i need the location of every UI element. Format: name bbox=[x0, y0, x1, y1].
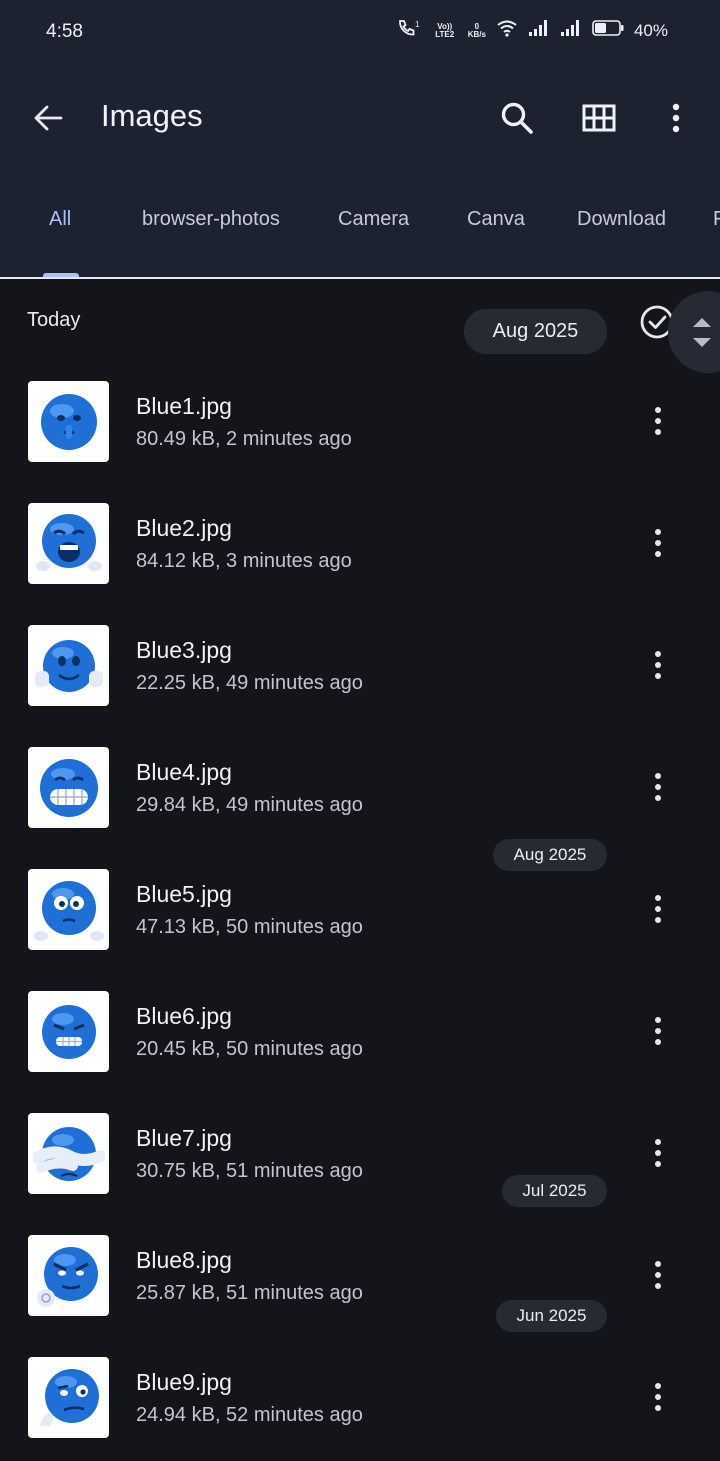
list-item[interactable]: Blue8.jpg 25.87 kB, 51 minutes ago bbox=[0, 1235, 720, 1357]
status-bar: 4:58 1 Vo)) LTE2 0 KB/s 40% bbox=[0, 0, 720, 64]
svg-text:1: 1 bbox=[415, 20, 420, 29]
list-item[interactable]: Blue4.jpg 29.84 kB, 49 minutes ago bbox=[0, 747, 720, 869]
image-thumbnail bbox=[28, 1357, 109, 1438]
list-item[interactable]: Blue6.jpg 20.45 kB, 50 minutes ago bbox=[0, 991, 720, 1113]
arrow-left-icon bbox=[34, 105, 63, 131]
more-vert-icon bbox=[655, 1017, 661, 1023]
app-bar: Images All browser-photos Camera Canva D… bbox=[0, 64, 720, 278]
list-item[interactable]: Blue2.jpg 84.12 kB, 3 minutes ago bbox=[0, 503, 720, 625]
image-thumbnail bbox=[28, 991, 109, 1072]
battery-icon bbox=[592, 19, 624, 42]
file-meta: 84.12 kB, 3 minutes ago bbox=[136, 550, 352, 572]
blue-emoji-crying-icon bbox=[35, 513, 102, 571]
file-name: Blue9.jpg bbox=[136, 1369, 232, 1395]
item-more-button[interactable] bbox=[638, 521, 678, 565]
blue-emoji-hands-over-face-icon bbox=[32, 1126, 105, 1181]
image-thumbnail bbox=[28, 869, 109, 950]
call-icon: 1 bbox=[396, 18, 422, 43]
blue-emoji-thumbs-up-icon bbox=[34, 639, 103, 692]
file-meta: 29.84 kB, 49 minutes ago bbox=[136, 794, 363, 816]
more-vert-icon bbox=[655, 1383, 661, 1389]
scroll-date-bubble: Aug 2025 bbox=[464, 309, 607, 354]
back-button[interactable] bbox=[26, 100, 70, 136]
more-vert-icon bbox=[655, 651, 661, 657]
item-more-button[interactable] bbox=[638, 399, 678, 443]
image-thumbnail bbox=[28, 1113, 109, 1194]
image-thumbnail bbox=[28, 381, 109, 462]
blue-emoji-grimace-icon bbox=[39, 758, 98, 817]
image-thumbnail bbox=[28, 747, 109, 828]
tab-next-partial[interactable]: F bbox=[713, 208, 720, 231]
battery-percent: 40% bbox=[633, 20, 668, 40]
file-meta: 25.87 kB, 51 minutes ago bbox=[136, 1282, 363, 1304]
item-more-button[interactable] bbox=[638, 765, 678, 809]
file-name: Blue6.jpg bbox=[136, 1003, 232, 1029]
tab-browser-photos[interactable]: browser-photos bbox=[142, 208, 280, 231]
item-more-button[interactable] bbox=[638, 1009, 678, 1053]
tab-camera[interactable]: Camera bbox=[338, 208, 409, 231]
item-more-button[interactable] bbox=[638, 1131, 678, 1175]
more-vert-icon bbox=[655, 407, 661, 413]
status-icons: 1 Vo)) LTE2 0 KB/s 40% bbox=[396, 18, 668, 43]
blue-emoji-angry-icon bbox=[36, 1246, 98, 1307]
blue-emoji-shush-icon bbox=[40, 393, 97, 450]
file-meta: 47.13 kB, 50 minutes ago bbox=[136, 916, 363, 938]
chevron-up-icon bbox=[693, 317, 711, 327]
page-title: Images bbox=[101, 98, 203, 133]
file-name: Blue1.jpg bbox=[136, 393, 232, 419]
tab-canva[interactable]: Canva bbox=[467, 208, 525, 231]
grid-view-button[interactable] bbox=[575, 94, 623, 142]
status-time: 4:58 bbox=[46, 21, 83, 42]
list-item[interactable]: Blue7.jpg 30.75 kB, 51 minutes ago bbox=[0, 1113, 720, 1235]
blue-emoji-surprised-icon bbox=[33, 880, 104, 941]
section-header-today: Today bbox=[27, 309, 81, 331]
folder-tabs: All browser-photos Camera Canva Download… bbox=[0, 208, 720, 246]
file-name: Blue2.jpg bbox=[136, 515, 232, 541]
overflow-menu-button[interactable] bbox=[652, 94, 700, 142]
file-meta: 80.49 kB, 2 minutes ago bbox=[136, 428, 352, 450]
file-list: Today Aug 2025 Aug 2025 Jul 2025 Jun 202… bbox=[0, 279, 720, 1461]
file-meta: 22.25 kB, 49 minutes ago bbox=[136, 672, 363, 694]
list-item[interactable]: Blue1.jpg 80.49 kB, 2 minutes ago bbox=[0, 381, 720, 503]
tab-download[interactable]: Download bbox=[577, 208, 666, 231]
file-name: Blue3.jpg bbox=[136, 637, 232, 663]
item-more-button[interactable] bbox=[638, 643, 678, 687]
image-thumbnail bbox=[28, 1235, 109, 1316]
search-button[interactable] bbox=[493, 94, 541, 142]
tab-all[interactable]: All bbox=[49, 208, 71, 231]
file-name: Blue7.jpg bbox=[136, 1125, 232, 1151]
signal-icon-sim2 bbox=[560, 19, 582, 42]
more-vert-icon bbox=[655, 1261, 661, 1267]
chevron-down-icon bbox=[693, 337, 711, 347]
image-thumbnail bbox=[28, 503, 109, 584]
blue-emoji-thinking-icon bbox=[39, 1368, 99, 1426]
wifi-icon bbox=[496, 19, 518, 42]
more-vert-icon bbox=[655, 773, 661, 779]
item-more-button[interactable] bbox=[638, 1375, 678, 1419]
lte-indicator: Vo)) LTE2 bbox=[435, 21, 455, 39]
list-item[interactable]: Blue5.jpg 47.13 kB, 50 minutes ago bbox=[0, 869, 720, 991]
more-vert-icon bbox=[672, 103, 680, 133]
file-name: Blue8.jpg bbox=[136, 1247, 232, 1273]
file-meta: 30.75 kB, 51 minutes ago bbox=[136, 1160, 363, 1182]
file-meta: 24.94 kB, 52 minutes ago bbox=[136, 1404, 363, 1426]
file-name: Blue5.jpg bbox=[136, 881, 232, 907]
file-name: Blue4.jpg bbox=[136, 759, 232, 785]
net-speed-unit: KB/s bbox=[467, 29, 486, 39]
more-vert-icon bbox=[655, 895, 661, 901]
list-item[interactable]: Blue9.jpg 24.94 kB, 52 minutes ago bbox=[0, 1357, 720, 1461]
search-icon bbox=[501, 102, 533, 134]
file-meta: 20.45 kB, 50 minutes ago bbox=[136, 1038, 363, 1060]
item-more-button[interactable] bbox=[638, 1253, 678, 1297]
net-speed: 0 KB/s bbox=[467, 22, 486, 39]
more-vert-icon bbox=[655, 529, 661, 535]
item-more-button[interactable] bbox=[638, 887, 678, 931]
blue-emoji-nervous-icon bbox=[41, 1004, 96, 1059]
signal-icon-sim1 bbox=[528, 19, 550, 42]
more-vert-icon bbox=[655, 1139, 661, 1145]
list-item[interactable]: Blue3.jpg 22.25 kB, 49 minutes ago bbox=[0, 625, 720, 747]
image-thumbnail bbox=[28, 625, 109, 706]
grid-view-icon bbox=[582, 104, 616, 132]
